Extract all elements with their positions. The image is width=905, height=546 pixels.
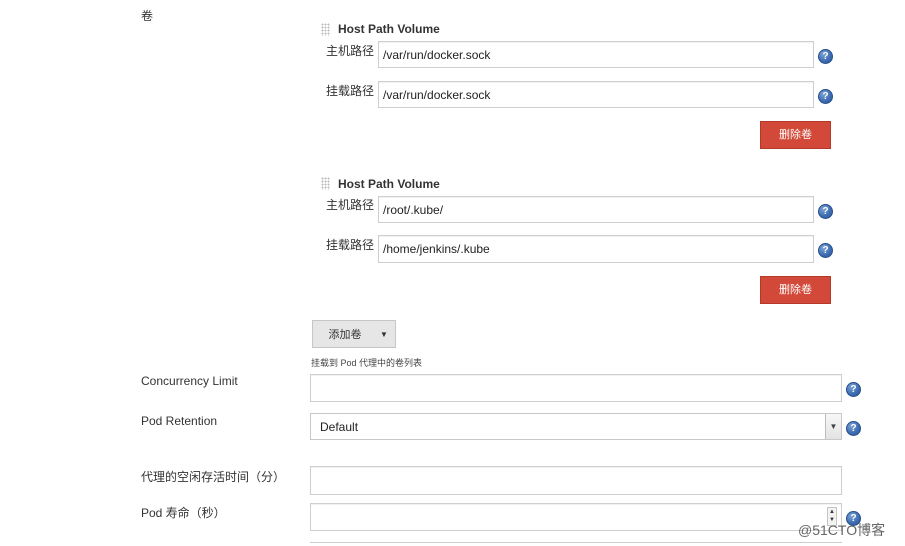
volumes-label: 卷: [141, 9, 154, 23]
caret-down-icon: ▼: [380, 329, 388, 339]
watermark: @51CTO博客: [798, 522, 886, 538]
help-icon[interactable]: ?: [818, 204, 833, 219]
help-icon[interactable]: ?: [818, 243, 833, 258]
volume-1-delete-button[interactable]: 删除卷: [760, 121, 831, 149]
concurrency-limit-input[interactable]: [310, 374, 842, 402]
concurrency-limit-label: Concurrency Limit: [141, 374, 238, 388]
pod-retention-select[interactable]: Default ▼: [310, 413, 842, 440]
pod-retention-label: Pod Retention: [141, 414, 218, 428]
agent-idle-time-label: 代理的空闲存活时间（分）: [141, 470, 286, 484]
pod-retention-selected-value: Default: [320, 419, 359, 434]
help-icon[interactable]: ?: [818, 49, 833, 64]
pod-lifetime-input[interactable]: ▲ ▼: [310, 503, 842, 531]
drag-handle-icon[interactable]: [321, 177, 330, 190]
volume-1-mount-path-label: 挂载路径: [326, 84, 375, 98]
volume-2-mount-path-label: 挂载路径: [326, 238, 375, 252]
add-volume-button[interactable]: 添加卷 ▼: [312, 320, 396, 348]
help-icon[interactable]: ?: [846, 382, 861, 397]
spinner-up-icon[interactable]: ▲: [828, 508, 836, 516]
volume-2-delete-button[interactable]: 删除卷: [760, 276, 831, 304]
volume-1-host-path-label: 主机路径: [326, 44, 375, 58]
volume-2-title: Host Path Volume: [338, 177, 440, 191]
chevron-down-icon[interactable]: ▼: [825, 414, 841, 439]
help-icon[interactable]: ?: [846, 421, 861, 436]
add-volume-description: 挂载到 Pod 代理中的卷列表: [311, 358, 423, 368]
agent-idle-time-input[interactable]: [310, 466, 842, 495]
volume-2-mount-path-input[interactable]: /home/jenkins/.kube: [378, 235, 814, 263]
pod-lifetime-label: Pod 寿命（秒）: [141, 506, 226, 520]
add-volume-label: 添加卷: [328, 329, 362, 341]
drag-handle-icon[interactable]: [321, 23, 330, 36]
volume-1-title: Host Path Volume: [338, 22, 440, 36]
volume-1-mount-path-input[interactable]: /var/run/docker.sock: [378, 81, 814, 108]
volume-1-host-path-input[interactable]: /var/run/docker.sock: [378, 41, 814, 68]
help-icon[interactable]: ?: [818, 89, 833, 104]
volume-2-host-path-label: 主机路径: [326, 198, 375, 212]
volume-2-host-path-input[interactable]: /root/.kube/: [378, 196, 814, 223]
next-field-edge: [310, 542, 842, 546]
